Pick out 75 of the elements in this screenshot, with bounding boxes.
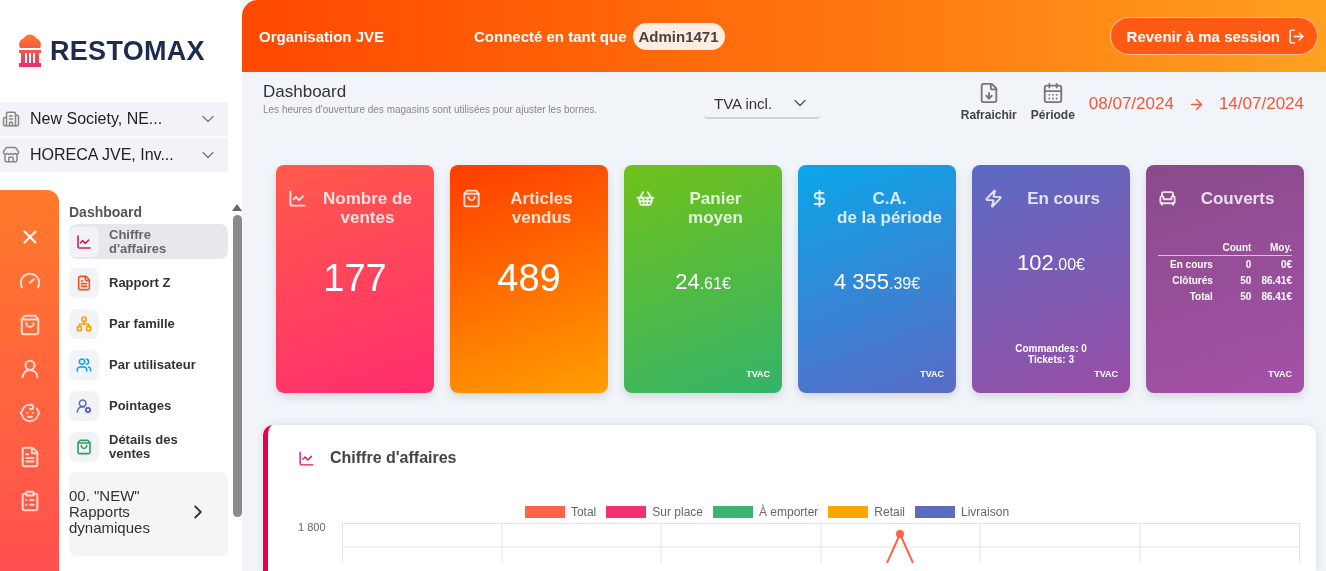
- table-cell: 50: [1212, 288, 1252, 304]
- calendar-icon: [1041, 82, 1064, 104]
- scope-select[interactable]: New Society, NE...: [0, 102, 228, 136]
- menu-heading: Dashboard: [69, 204, 144, 220]
- vat-label: TVAC: [920, 369, 944, 379]
- scope-select[interactable]: HORECA JVE, Inv...: [0, 138, 228, 172]
- card-title: Panier moyen: [687, 189, 744, 227]
- card-title: Nombre de ventes: [322, 189, 413, 227]
- menu-item[interactable]: Par famille: [69, 306, 228, 341]
- chart-title: Chiffre d'affaires: [330, 449, 457, 467]
- user-badge: Admin1471: [632, 22, 725, 50]
- store-icon: [2, 146, 20, 164]
- legend-item[interactable]: Sur place: [606, 505, 703, 519]
- card-note: Commandes: 0 Tickets: 3: [1014, 343, 1088, 365]
- legend-item[interactable]: Total: [524, 505, 597, 519]
- bag-icon[interactable]: [18, 314, 41, 336]
- basket-icon: [636, 189, 655, 208]
- line-chart-icon: [298, 449, 315, 467]
- vat-label: TVAC: [1094, 369, 1118, 379]
- document-icon: [76, 274, 92, 291]
- date-from: 08/07/2024: [1088, 94, 1174, 114]
- menu-item[interactable]: Rapport Z: [69, 265, 228, 300]
- toolbar-button[interactable]: Période: [1030, 82, 1075, 122]
- lightning-icon: [984, 189, 1003, 208]
- table-cell: 0: [1212, 255, 1252, 272]
- stat-value: 4 355.39€: [833, 269, 921, 295]
- legend-item[interactable]: Retail: [828, 505, 906, 519]
- card-title: En cours: [1026, 189, 1101, 208]
- legend-item[interactable]: À emporter: [713, 505, 819, 519]
- line-chart-icon: [76, 233, 92, 250]
- table-cell: En cours: [1158, 255, 1213, 272]
- page-subtitle: Les heures d'ouverture des magasins sont utilisées pour ajuster les bornes.: [263, 104, 599, 115]
- line-chart-icon: [288, 189, 307, 208]
- connected-label: Connecté en tant que: [474, 27, 627, 45]
- hierarchy-icon: [76, 315, 92, 332]
- toolbar-button[interactable]: Rafraichir: [960, 82, 1017, 122]
- logo-icon: [16, 34, 44, 68]
- menu-item[interactable]: Pointages: [69, 388, 228, 423]
- legend-item[interactable]: Livraison: [915, 505, 1010, 519]
- axis-tick: 1 800: [298, 521, 327, 535]
- table-cell: 50: [1212, 272, 1252, 288]
- building-icon: [2, 110, 20, 128]
- card-title: Articles vendus: [509, 189, 574, 227]
- dynamic-reports-link[interactable]: 00. "NEW" Rapports dynamiques: [69, 472, 228, 556]
- date-to: 14/07/2024: [1218, 94, 1304, 114]
- organisation-name: Organisation JVE: [259, 27, 386, 45]
- table-cell: 86.41€: [1251, 288, 1292, 304]
- card-title: C.A. de la période: [836, 189, 943, 227]
- logo-text: RESTOMAX: [50, 35, 205, 67]
- menu-item[interactable]: Détails des ventes: [69, 429, 228, 464]
- bag-icon: [76, 438, 92, 455]
- menu-item[interactable]: Par utilisateur: [69, 347, 228, 382]
- chair-icon: [1158, 189, 1177, 208]
- table-cell: 86.41€: [1251, 272, 1292, 288]
- vat-label: TVAC: [746, 369, 770, 379]
- stat-value: 489: [497, 257, 561, 300]
- table-cell-text: Total: [1188, 290, 1213, 304]
- stat-value: 102.00€: [1017, 250, 1085, 276]
- card-title: Couverts: [1199, 189, 1276, 208]
- scroll-up-icon: [232, 204, 242, 211]
- logout-icon: [1288, 27, 1305, 45]
- bag-icon: [462, 189, 481, 208]
- column-header: Count: [1212, 240, 1252, 256]
- vat-label: TVAC: [1268, 369, 1292, 379]
- page-title: Dashboard: [263, 82, 348, 102]
- stat-value: 24.61€: [675, 269, 731, 295]
- vat-select[interactable]: TVA incl.: [704, 89, 820, 119]
- stat-value: 177: [323, 257, 387, 300]
- menu-item[interactable]: Chiffre d'affaires: [69, 224, 228, 259]
- scrollbar-thumb[interactable]: [232, 215, 242, 517]
- table-cell-text: Clôturés: [1171, 274, 1213, 288]
- user-icon: [76, 397, 92, 414]
- table-cell: 0€: [1251, 255, 1292, 272]
- column-header: Moy.: [1251, 240, 1292, 256]
- users-icon: [76, 356, 92, 373]
